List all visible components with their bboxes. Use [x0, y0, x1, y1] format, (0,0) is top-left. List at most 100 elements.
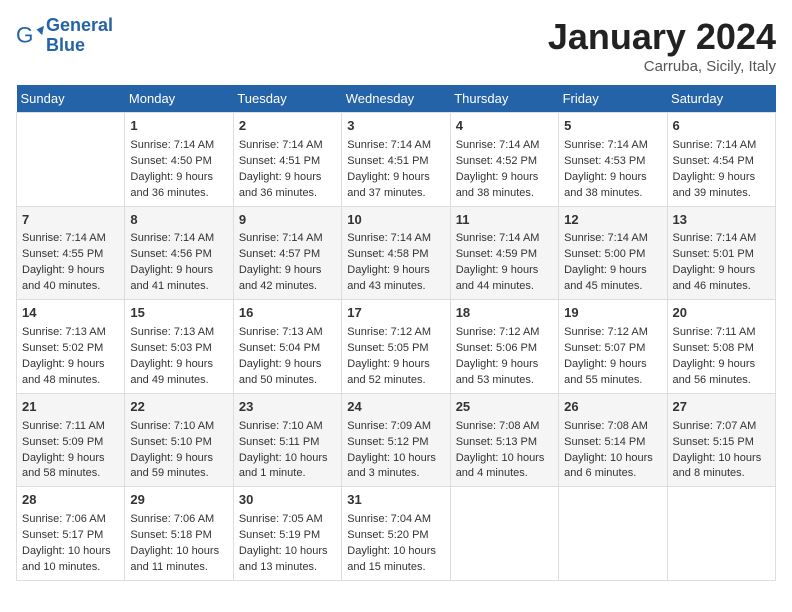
cell-content: and 49 minutes. [130, 373, 227, 389]
cell-content: Sunset: 5:08 PM [673, 341, 770, 357]
day-header-friday: Friday [559, 85, 667, 113]
cell-content: Sunrise: 7:04 AM [347, 512, 444, 528]
day-number: 20 [673, 304, 770, 323]
cell-content: Sunrise: 7:09 AM [347, 419, 444, 435]
cell-content: and 38 minutes. [564, 186, 661, 202]
cell-content: Daylight: 10 hours [22, 544, 119, 560]
calendar-cell: 19Sunrise: 7:12 AMSunset: 5:07 PMDayligh… [559, 300, 667, 394]
cell-content: and 44 minutes. [456, 279, 553, 295]
cell-content: Daylight: 9 hours [239, 170, 336, 186]
calendar-cell [17, 113, 125, 207]
cell-content: Sunrise: 7:14 AM [130, 138, 227, 154]
calendar-cell: 24Sunrise: 7:09 AMSunset: 5:12 PMDayligh… [342, 393, 450, 487]
cell-content: Sunrise: 7:08 AM [456, 419, 553, 435]
calendar-cell: 5Sunrise: 7:14 AMSunset: 4:53 PMDaylight… [559, 113, 667, 207]
calendar-cell: 26Sunrise: 7:08 AMSunset: 5:14 PMDayligh… [559, 393, 667, 487]
cell-content: Sunset: 5:04 PM [239, 341, 336, 357]
calendar-cell: 9Sunrise: 7:14 AMSunset: 4:57 PMDaylight… [233, 206, 341, 300]
day-number: 13 [673, 211, 770, 230]
cell-content: Sunrise: 7:06 AM [22, 512, 119, 528]
day-number: 22 [130, 398, 227, 417]
day-number: 17 [347, 304, 444, 323]
cell-content: Daylight: 9 hours [22, 451, 119, 467]
calendar-cell [559, 487, 667, 581]
cell-content: Sunset: 5:07 PM [564, 341, 661, 357]
cell-content: Sunset: 5:10 PM [130, 435, 227, 451]
cell-content: Daylight: 9 hours [130, 451, 227, 467]
day-number: 10 [347, 211, 444, 230]
cell-content: Sunrise: 7:07 AM [673, 419, 770, 435]
day-number: 12 [564, 211, 661, 230]
day-number: 30 [239, 491, 336, 510]
day-header-monday: Monday [125, 85, 233, 113]
cell-content: Sunrise: 7:12 AM [347, 325, 444, 341]
cell-content: Sunset: 5:18 PM [130, 528, 227, 544]
cell-content: Daylight: 9 hours [347, 263, 444, 279]
calendar-cell: 6Sunrise: 7:14 AMSunset: 4:54 PMDaylight… [667, 113, 775, 207]
cell-content: and 48 minutes. [22, 373, 119, 389]
cell-content: Daylight: 10 hours [673, 451, 770, 467]
cell-content: Daylight: 9 hours [239, 263, 336, 279]
cell-content: Daylight: 9 hours [347, 357, 444, 373]
cell-content: and 53 minutes. [456, 373, 553, 389]
cell-content: Daylight: 9 hours [130, 263, 227, 279]
cell-content: Sunset: 5:01 PM [673, 247, 770, 263]
cell-content: Sunrise: 7:14 AM [347, 138, 444, 154]
cell-content: and 13 minutes. [239, 560, 336, 576]
day-header-thursday: Thursday [450, 85, 558, 113]
location-subtitle: Carruba, Sicily, Italy [548, 58, 776, 75]
cell-content: Sunset: 5:13 PM [456, 435, 553, 451]
cell-content: and 8 minutes. [673, 466, 770, 482]
calendar-cell: 7Sunrise: 7:14 AMSunset: 4:55 PMDaylight… [17, 206, 125, 300]
cell-content: Daylight: 10 hours [239, 451, 336, 467]
cell-content: Sunrise: 7:14 AM [130, 231, 227, 247]
calendar-cell: 27Sunrise: 7:07 AMSunset: 5:15 PMDayligh… [667, 393, 775, 487]
cell-content: and 36 minutes. [130, 186, 227, 202]
cell-content: and 10 minutes. [22, 560, 119, 576]
cell-content: Sunrise: 7:11 AM [22, 419, 119, 435]
cell-content: and 59 minutes. [130, 466, 227, 482]
cell-content: Daylight: 9 hours [456, 170, 553, 186]
day-number: 9 [239, 211, 336, 230]
cell-content: Daylight: 9 hours [673, 170, 770, 186]
cell-content: Sunrise: 7:05 AM [239, 512, 336, 528]
cell-content: Sunrise: 7:14 AM [564, 231, 661, 247]
calendar-cell: 30Sunrise: 7:05 AMSunset: 5:19 PMDayligh… [233, 487, 341, 581]
cell-content: Sunset: 5:09 PM [22, 435, 119, 451]
cell-content: Sunset: 5:03 PM [130, 341, 227, 357]
cell-content: Daylight: 9 hours [564, 170, 661, 186]
day-number: 11 [456, 211, 553, 230]
cell-content: Sunrise: 7:14 AM [239, 231, 336, 247]
cell-content: and 38 minutes. [456, 186, 553, 202]
calendar-cell [667, 487, 775, 581]
cell-content: Daylight: 10 hours [456, 451, 553, 467]
cell-content: Daylight: 9 hours [347, 170, 444, 186]
cell-content: and 6 minutes. [564, 466, 661, 482]
cell-content: Sunset: 5:00 PM [564, 247, 661, 263]
calendar-cell: 12Sunrise: 7:14 AMSunset: 5:00 PMDayligh… [559, 206, 667, 300]
title-block: January 2024 Carruba, Sicily, Italy [548, 16, 776, 75]
calendar-cell: 31Sunrise: 7:04 AMSunset: 5:20 PMDayligh… [342, 487, 450, 581]
cell-content: Daylight: 10 hours [130, 544, 227, 560]
cell-content: Sunrise: 7:08 AM [564, 419, 661, 435]
cell-content: Sunrise: 7:11 AM [673, 325, 770, 341]
calendar-cell: 18Sunrise: 7:12 AMSunset: 5:06 PMDayligh… [450, 300, 558, 394]
cell-content: Daylight: 9 hours [673, 357, 770, 373]
calendar-cell: 28Sunrise: 7:06 AMSunset: 5:17 PMDayligh… [17, 487, 125, 581]
day-number: 15 [130, 304, 227, 323]
cell-content: Sunrise: 7:14 AM [22, 231, 119, 247]
cell-content: Sunrise: 7:14 AM [564, 138, 661, 154]
day-number: 23 [239, 398, 336, 417]
cell-content: Sunset: 4:53 PM [564, 154, 661, 170]
calendar-cell: 15Sunrise: 7:13 AMSunset: 5:03 PMDayligh… [125, 300, 233, 394]
calendar-cell: 21Sunrise: 7:11 AMSunset: 5:09 PMDayligh… [17, 393, 125, 487]
day-header-tuesday: Tuesday [233, 85, 341, 113]
cell-content: Sunrise: 7:14 AM [673, 231, 770, 247]
cell-content: Sunset: 4:51 PM [347, 154, 444, 170]
logo-text: General Blue [46, 16, 113, 56]
day-number: 31 [347, 491, 444, 510]
cell-content: Daylight: 9 hours [564, 357, 661, 373]
cell-content: Sunrise: 7:12 AM [456, 325, 553, 341]
page-header: G General Blue January 2024 Carruba, Sic… [16, 16, 776, 75]
cell-content: Sunset: 5:06 PM [456, 341, 553, 357]
